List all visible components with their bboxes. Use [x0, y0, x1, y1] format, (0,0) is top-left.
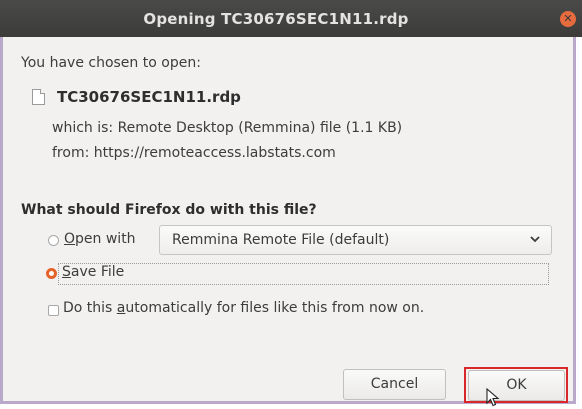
auto-action-label-rest: utomatically for files like this from no…	[125, 300, 425, 316]
auto-action-label[interactable]: Do this automatically for files like thi…	[63, 300, 424, 316]
close-icon[interactable]: ✕	[560, 11, 576, 27]
file-icon	[32, 89, 45, 105]
open-with-accel: O	[64, 231, 76, 247]
action-question-heading: What should Firefox do with this file?	[21, 202, 317, 218]
file-source-info: from: https://remoteaccess.labstats.com	[52, 145, 336, 161]
auto-action-checkbox[interactable]	[48, 305, 59, 316]
file-type-info: which is: Remote Desktop (Remmina) file …	[52, 120, 403, 136]
mouse-pointer-icon	[486, 388, 500, 407]
save-file-focus-outline	[58, 263, 549, 285]
file-name: TC30676SEC1N11.rdp	[57, 88, 241, 106]
chevron-down-icon	[530, 236, 540, 243]
save-file-radio[interactable]	[46, 268, 57, 279]
auto-action-label-prefix: Do this	[63, 300, 117, 316]
save-file-accel: S	[62, 264, 71, 280]
open-with-label[interactable]: Open with	[64, 231, 136, 247]
save-file-label[interactable]: Save File	[62, 264, 124, 280]
intro-label: You have chosen to open:	[21, 55, 201, 71]
app-select-value: Remmina Remote File (default)	[172, 232, 390, 248]
ok-highlight-box	[464, 367, 568, 403]
save-file-label-rest: ave File	[70, 264, 125, 280]
window-title: Opening TC30676SEC1N11.rdp	[143, 10, 409, 28]
cancel-button[interactable]: Cancel	[343, 369, 446, 400]
open-with-label-rest: pen with	[75, 231, 136, 247]
app-select-dropdown[interactable]: Remmina Remote File (default)	[159, 225, 552, 255]
title-bar[interactable]: Opening TC30676SEC1N11.rdp ✕	[0, 0, 582, 37]
open-with-radio[interactable]	[48, 235, 59, 246]
